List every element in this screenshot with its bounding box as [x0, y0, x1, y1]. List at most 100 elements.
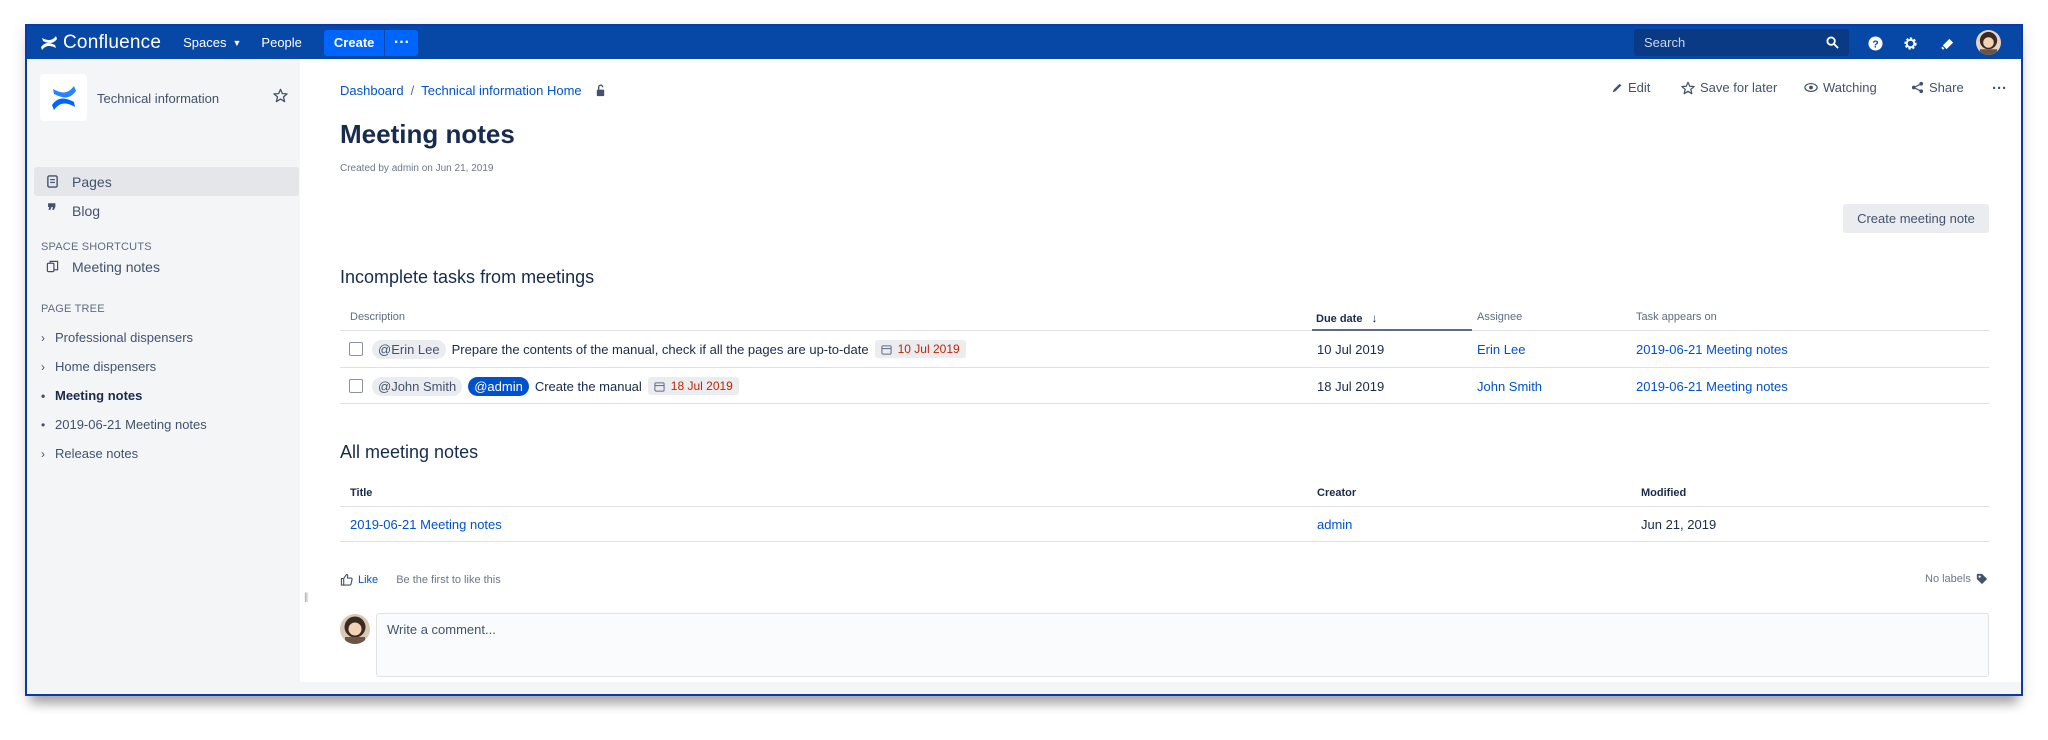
- search-icon: [1826, 36, 1839, 49]
- breadcrumb-dashboard[interactable]: Dashboard: [340, 83, 404, 98]
- task-assignee-link[interactable]: John Smith: [1477, 368, 1542, 404]
- due-date-lozenge[interactable]: 10 Jul 2019: [874, 340, 966, 358]
- breadcrumb-space-home[interactable]: Technical information Home: [421, 83, 581, 98]
- breadcrumb-separator: /: [410, 83, 415, 98]
- chevron-right-icon[interactable]: ›: [41, 360, 55, 374]
- note-creator-link[interactable]: admin: [1317, 507, 1352, 541]
- page-byline: Created by admin on Jun 21, 2019: [340, 163, 494, 174]
- table-row: @John Smith @admin Create the manual 18 …: [340, 368, 1989, 404]
- arrow-down-icon: ↓: [1371, 311, 1378, 325]
- labels-text: No labels: [1925, 573, 1971, 585]
- task-page-link[interactable]: 2019-06-21 Meeting notes: [1636, 368, 1788, 404]
- shortcut-meeting-notes[interactable]: Meeting notes: [34, 252, 299, 281]
- task-description: @John Smith @admin Create the manual 18 …: [340, 368, 739, 404]
- create-button[interactable]: Create: [323, 29, 385, 56]
- task-text: Prepare the contents of the manual, chec…: [451, 341, 869, 357]
- people-link[interactable]: People: [261, 35, 301, 50]
- confluence-logo-icon: [41, 35, 57, 50]
- bullet-icon: •: [41, 388, 46, 403]
- calendar-icon: [654, 381, 665, 392]
- tree-item-home-dispensers[interactable]: › Home dispensers: [41, 359, 156, 374]
- page-tree-heading: PAGE TREE: [41, 303, 105, 315]
- note-title-link[interactable]: 2019-06-21 Meeting notes: [350, 507, 502, 541]
- like-summary: Be the first to like this: [396, 573, 501, 586]
- copy-pages-icon: [44, 260, 60, 273]
- tree-item-release-notes[interactable]: › Release notes: [41, 446, 138, 461]
- create-more-button[interactable]: ···: [384, 29, 419, 56]
- col-due-date[interactable]: Due date ↓: [1316, 311, 1378, 325]
- sidebar-item-pages[interactable]: Pages: [34, 167, 299, 196]
- col-due-date-label: Due date: [1316, 313, 1363, 325]
- labels-area[interactable]: No labels: [1925, 573, 1988, 585]
- create-meeting-note-button[interactable]: Create meeting note: [1843, 204, 1989, 233]
- mention-john-smith[interactable]: @John Smith: [372, 376, 463, 396]
- mention-admin[interactable]: @admin: [468, 376, 529, 396]
- task-assignee-link[interactable]: Erin Lee: [1477, 331, 1525, 367]
- space-name[interactable]: Technical information: [97, 91, 219, 106]
- tree-item-professional-dispensers[interactable]: › Professional dispensers: [41, 330, 193, 345]
- tree-item-2019-06-21-meeting-notes[interactable]: • 2019-06-21 Meeting notes: [41, 417, 207, 432]
- tree-item-meeting-notes[interactable]: • Meeting notes: [41, 388, 142, 403]
- eye-icon: [1804, 82, 1818, 93]
- like-button[interactable]: Like: [358, 574, 378, 586]
- breadcrumb: Dashboard / Technical information Home: [340, 83, 607, 98]
- unlock-icon[interactable]: [594, 84, 607, 97]
- watching-button[interactable]: Watching: [1804, 80, 1877, 95]
- space-sidebar: Technical information Pages ❞ Blog SPACE…: [27, 59, 300, 694]
- col-modified[interactable]: Modified: [1641, 487, 1686, 499]
- mention-erin-lee[interactable]: @Erin Lee: [372, 339, 446, 359]
- tree-item-label: Professional dispensers: [55, 330, 194, 345]
- bullet-icon: •: [41, 417, 46, 432]
- user-avatar[interactable]: [1976, 30, 2001, 55]
- due-date-lozenge[interactable]: 18 Jul 2019: [647, 377, 739, 395]
- space-logo[interactable]: [40, 74, 87, 121]
- task-page-link[interactable]: 2019-06-21 Meeting notes: [1636, 331, 1788, 367]
- blog-quote-icon: ❞: [47, 200, 57, 221]
- like-area: Like Be the first to like this: [340, 573, 501, 586]
- tasks-heading: Incomplete tasks from meetings: [340, 267, 595, 287]
- edit-label: Edit: [1628, 80, 1651, 95]
- calendar-icon: [881, 344, 892, 355]
- col-title[interactable]: Title: [350, 487, 372, 499]
- sidebar-item-label: Pages: [72, 173, 112, 190]
- help-icon[interactable]: ?: [1866, 34, 1884, 52]
- confluence-logo[interactable]: Confluence: [39, 26, 161, 59]
- app-window: Confluence Spaces ▼ People Create ··· Se…: [25, 24, 2023, 696]
- star-icon[interactable]: [273, 88, 288, 108]
- more-actions-button[interactable]: ···: [1992, 80, 2007, 97]
- page-content: Dashboard / Technical information Home E…: [300, 59, 2021, 694]
- col-creator[interactable]: Creator: [1317, 487, 1356, 499]
- settings-gear-icon[interactable]: [1901, 34, 1919, 52]
- note-modified: Jun 21, 2019: [1641, 516, 1717, 532]
- chevron-down-icon: ▼: [232, 37, 242, 48]
- save-for-later-label: Save for later: [1700, 80, 1778, 95]
- col-description[interactable]: Description: [350, 311, 405, 323]
- star-icon: [1681, 81, 1695, 94]
- share-button[interactable]: Share: [1911, 80, 1964, 95]
- col-task-appears-on[interactable]: Task appears on: [1636, 311, 1717, 323]
- task-due-date: 18 Jul 2019: [1317, 378, 1385, 394]
- tasks-table: Description Due date ↓ Assignee Task app…: [340, 308, 1989, 404]
- page-bottom-bar: [300, 682, 2021, 694]
- task-checkbox[interactable]: [349, 342, 363, 356]
- comment-input[interactable]: Write a comment...: [376, 613, 1989, 677]
- save-for-later-button[interactable]: Save for later: [1681, 80, 1777, 95]
- col-assignee[interactable]: Assignee: [1477, 311, 1522, 323]
- pencil-icon: [1612, 83, 1622, 92]
- notifications-megaphone-icon[interactable]: [1938, 34, 1956, 52]
- task-description: @Erin Lee Prepare the contents of the ma…: [340, 331, 966, 367]
- commenter-avatar: [340, 614, 370, 644]
- tree-item-label: Meeting notes: [55, 388, 143, 403]
- chevron-right-icon[interactable]: ›: [41, 447, 55, 461]
- sidebar-item-blog[interactable]: ❞ Blog: [34, 196, 299, 225]
- thumbs-up-icon[interactable]: [340, 573, 353, 586]
- chevron-right-icon[interactable]: ›: [41, 331, 55, 345]
- space-logo-icon: [51, 85, 76, 110]
- task-checkbox[interactable]: [349, 379, 363, 393]
- spaces-menu[interactable]: Spaces ▼: [183, 35, 241, 50]
- search-input[interactable]: Search: [1634, 29, 1849, 56]
- top-navigation: Confluence Spaces ▼ People Create ··· Se…: [27, 26, 2021, 59]
- share-icon: [1911, 81, 1924, 94]
- edit-button[interactable]: Edit: [1611, 80, 1650, 95]
- row-divider: [340, 403, 1989, 404]
